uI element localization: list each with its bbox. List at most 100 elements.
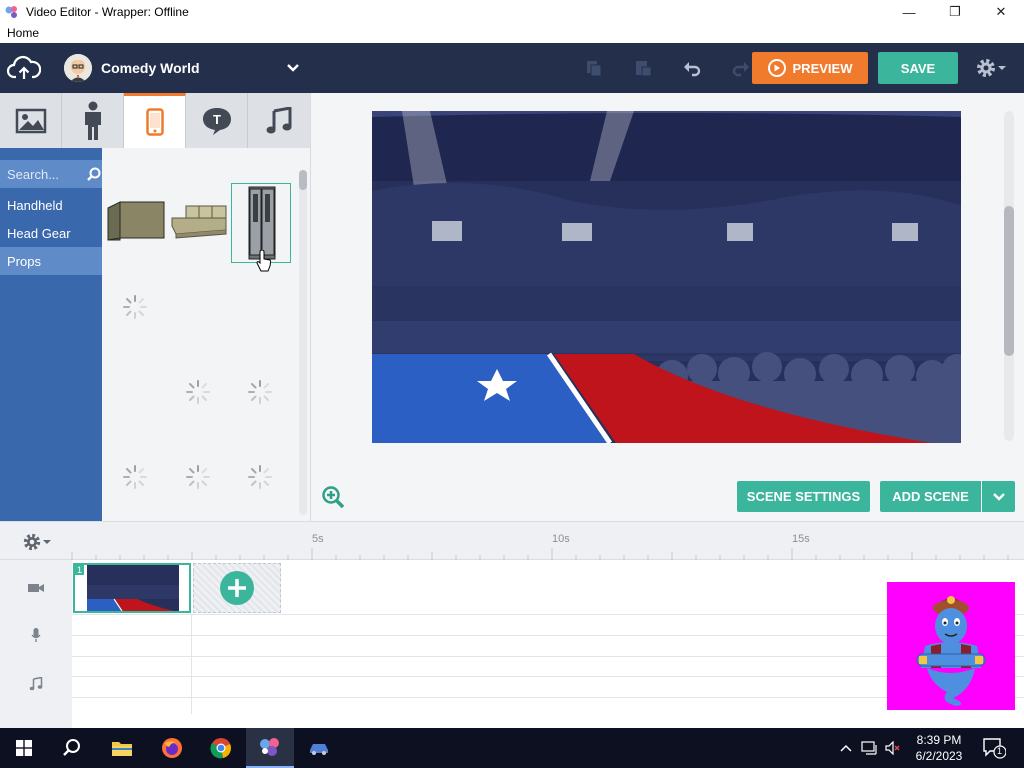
caret-down-icon bbox=[43, 540, 51, 544]
save-button[interactable]: SAVE bbox=[878, 52, 958, 84]
plus-circle-icon bbox=[220, 571, 254, 605]
stage-scrollbar-thumb[interactable] bbox=[1004, 206, 1014, 356]
category-handheld[interactable]: Handheld bbox=[0, 191, 102, 219]
play-icon bbox=[767, 59, 786, 77]
track-divider bbox=[72, 697, 1024, 698]
track-headers bbox=[0, 560, 72, 730]
app-logo-icon bbox=[5, 6, 17, 18]
windows-taskbar: 8:39 PM 6/2/2023 1 bbox=[0, 728, 1024, 768]
menubar: Home bbox=[0, 24, 1024, 43]
taskbar-clock[interactable]: 8:39 PM 6/2/2023 bbox=[908, 732, 970, 764]
loading-spinner-icon bbox=[186, 380, 210, 404]
tick-label-15s: 15s bbox=[792, 533, 810, 545]
paste-icon bbox=[636, 61, 652, 77]
menu-home[interactable]: Home bbox=[7, 26, 39, 40]
window-title: Video Editor - Wrapper: Offline bbox=[26, 5, 189, 19]
camera-icon bbox=[28, 583, 44, 592]
category-head-gear[interactable]: Head Gear bbox=[0, 219, 102, 247]
notification-icon bbox=[983, 738, 1007, 759]
gear-icon bbox=[23, 533, 41, 551]
firefox-button[interactable] bbox=[148, 728, 196, 768]
tab-characters[interactable] bbox=[62, 93, 124, 148]
search-box bbox=[0, 160, 102, 188]
timeline-ruler[interactable]: 5s 10s 15s bbox=[0, 522, 1024, 560]
add-scene-dropdown[interactable] bbox=[982, 481, 1015, 512]
asset-tabs: T bbox=[0, 93, 310, 148]
genie-character-image bbox=[887, 582, 1015, 710]
scene-1-thumbnail[interactable]: 1 bbox=[73, 563, 191, 613]
tab-props[interactable] bbox=[124, 93, 186, 148]
track-divider bbox=[72, 614, 1024, 615]
search-icon bbox=[63, 739, 80, 756]
prop-crate[interactable] bbox=[106, 198, 166, 244]
search-input[interactable] bbox=[7, 166, 81, 182]
network-icon[interactable] bbox=[861, 741, 879, 755]
stage-area: SCENE SETTINGS ADD SCENE bbox=[310, 93, 1024, 521]
tab-sounds[interactable] bbox=[248, 93, 310, 148]
loading-spinner-icon bbox=[248, 380, 272, 404]
voice-track-header bbox=[0, 622, 72, 647]
scene-column-divider bbox=[191, 614, 192, 714]
stage-scrollbar[interactable] bbox=[1004, 111, 1014, 441]
scene-stage[interactable] bbox=[372, 111, 961, 443]
asset-grid bbox=[102, 148, 310, 521]
track-divider bbox=[72, 635, 1024, 636]
search-icon[interactable] bbox=[87, 167, 101, 181]
asset-scrollbar-thumb[interactable] bbox=[299, 170, 307, 190]
windows-logo-icon bbox=[16, 740, 32, 756]
notification-center-button[interactable]: 1 bbox=[982, 737, 1007, 759]
speech-bubble-icon: T bbox=[202, 107, 231, 135]
chrome-button[interactable] bbox=[197, 728, 245, 768]
tab-text[interactable]: T bbox=[186, 93, 248, 148]
paste-button[interactable] bbox=[630, 55, 656, 81]
zoom-in-button[interactable] bbox=[320, 484, 346, 510]
add-scene-placeholder[interactable] bbox=[193, 563, 281, 613]
timeline: 5s 10s 15s 1 bbox=[0, 521, 1024, 730]
theme-selector[interactable]: Comedy World bbox=[52, 43, 310, 93]
phone-icon bbox=[145, 108, 164, 136]
system-tray bbox=[839, 728, 901, 768]
asset-scrollbar[interactable] bbox=[299, 170, 307, 515]
window-titlebar: Video Editor - Wrapper: Offline — ❐ ✕ bbox=[0, 0, 1024, 24]
upload-button[interactable] bbox=[0, 43, 48, 93]
volume-muted-icon[interactable] bbox=[885, 741, 901, 755]
caret-down-icon bbox=[998, 66, 1006, 70]
loading-spinner-icon bbox=[123, 295, 147, 319]
tab-backgrounds[interactable] bbox=[0, 93, 62, 148]
gear-icon bbox=[977, 59, 995, 77]
restore-button[interactable]: ❐ bbox=[932, 0, 978, 24]
chrome-icon bbox=[210, 738, 231, 759]
file-explorer-button[interactable] bbox=[98, 728, 146, 768]
music-note-icon bbox=[266, 106, 292, 133]
timeline-settings-button[interactable] bbox=[22, 532, 54, 552]
add-scene-button[interactable]: ADD SCENE bbox=[880, 481, 981, 512]
start-button[interactable] bbox=[0, 728, 48, 768]
category-props[interactable]: Props bbox=[0, 247, 102, 275]
redo-icon bbox=[732, 62, 749, 77]
clock-date: 6/2/2023 bbox=[915, 749, 963, 763]
redo-button[interactable] bbox=[728, 55, 754, 81]
minimize-button[interactable]: — bbox=[886, 0, 932, 24]
chevron-down-icon bbox=[287, 64, 299, 72]
game-app-taskbar-button[interactable] bbox=[295, 728, 343, 768]
preview-label: PREVIEW bbox=[792, 60, 853, 76]
prop-couch[interactable] bbox=[168, 204, 230, 240]
close-window-button[interactable]: ✕ bbox=[978, 0, 1024, 24]
settings-menu-button[interactable] bbox=[975, 55, 1015, 81]
preview-button[interactable]: PREVIEW bbox=[752, 52, 868, 84]
wrapper-app-taskbar-button[interactable] bbox=[246, 728, 294, 768]
svg-text:T: T bbox=[213, 112, 221, 127]
chevron-up-icon[interactable] bbox=[839, 743, 853, 753]
copy-button[interactable] bbox=[581, 55, 607, 81]
ruler-ticks bbox=[71, 548, 1009, 560]
loading-spinner-icon bbox=[186, 465, 210, 489]
clock-time: 8:39 PM bbox=[916, 733, 962, 747]
prop-elevator-doors[interactable] bbox=[231, 183, 291, 272]
video-track-header bbox=[0, 575, 72, 600]
taskbar-search-button[interactable] bbox=[48, 728, 96, 768]
scene-settings-button[interactable]: SCENE SETTINGS bbox=[737, 481, 870, 512]
editor-toolbar: Comedy World PREVIEW SAVE bbox=[0, 43, 1024, 93]
undo-icon bbox=[684, 62, 701, 77]
undo-button[interactable] bbox=[679, 55, 705, 81]
theme-avatar bbox=[64, 54, 92, 82]
